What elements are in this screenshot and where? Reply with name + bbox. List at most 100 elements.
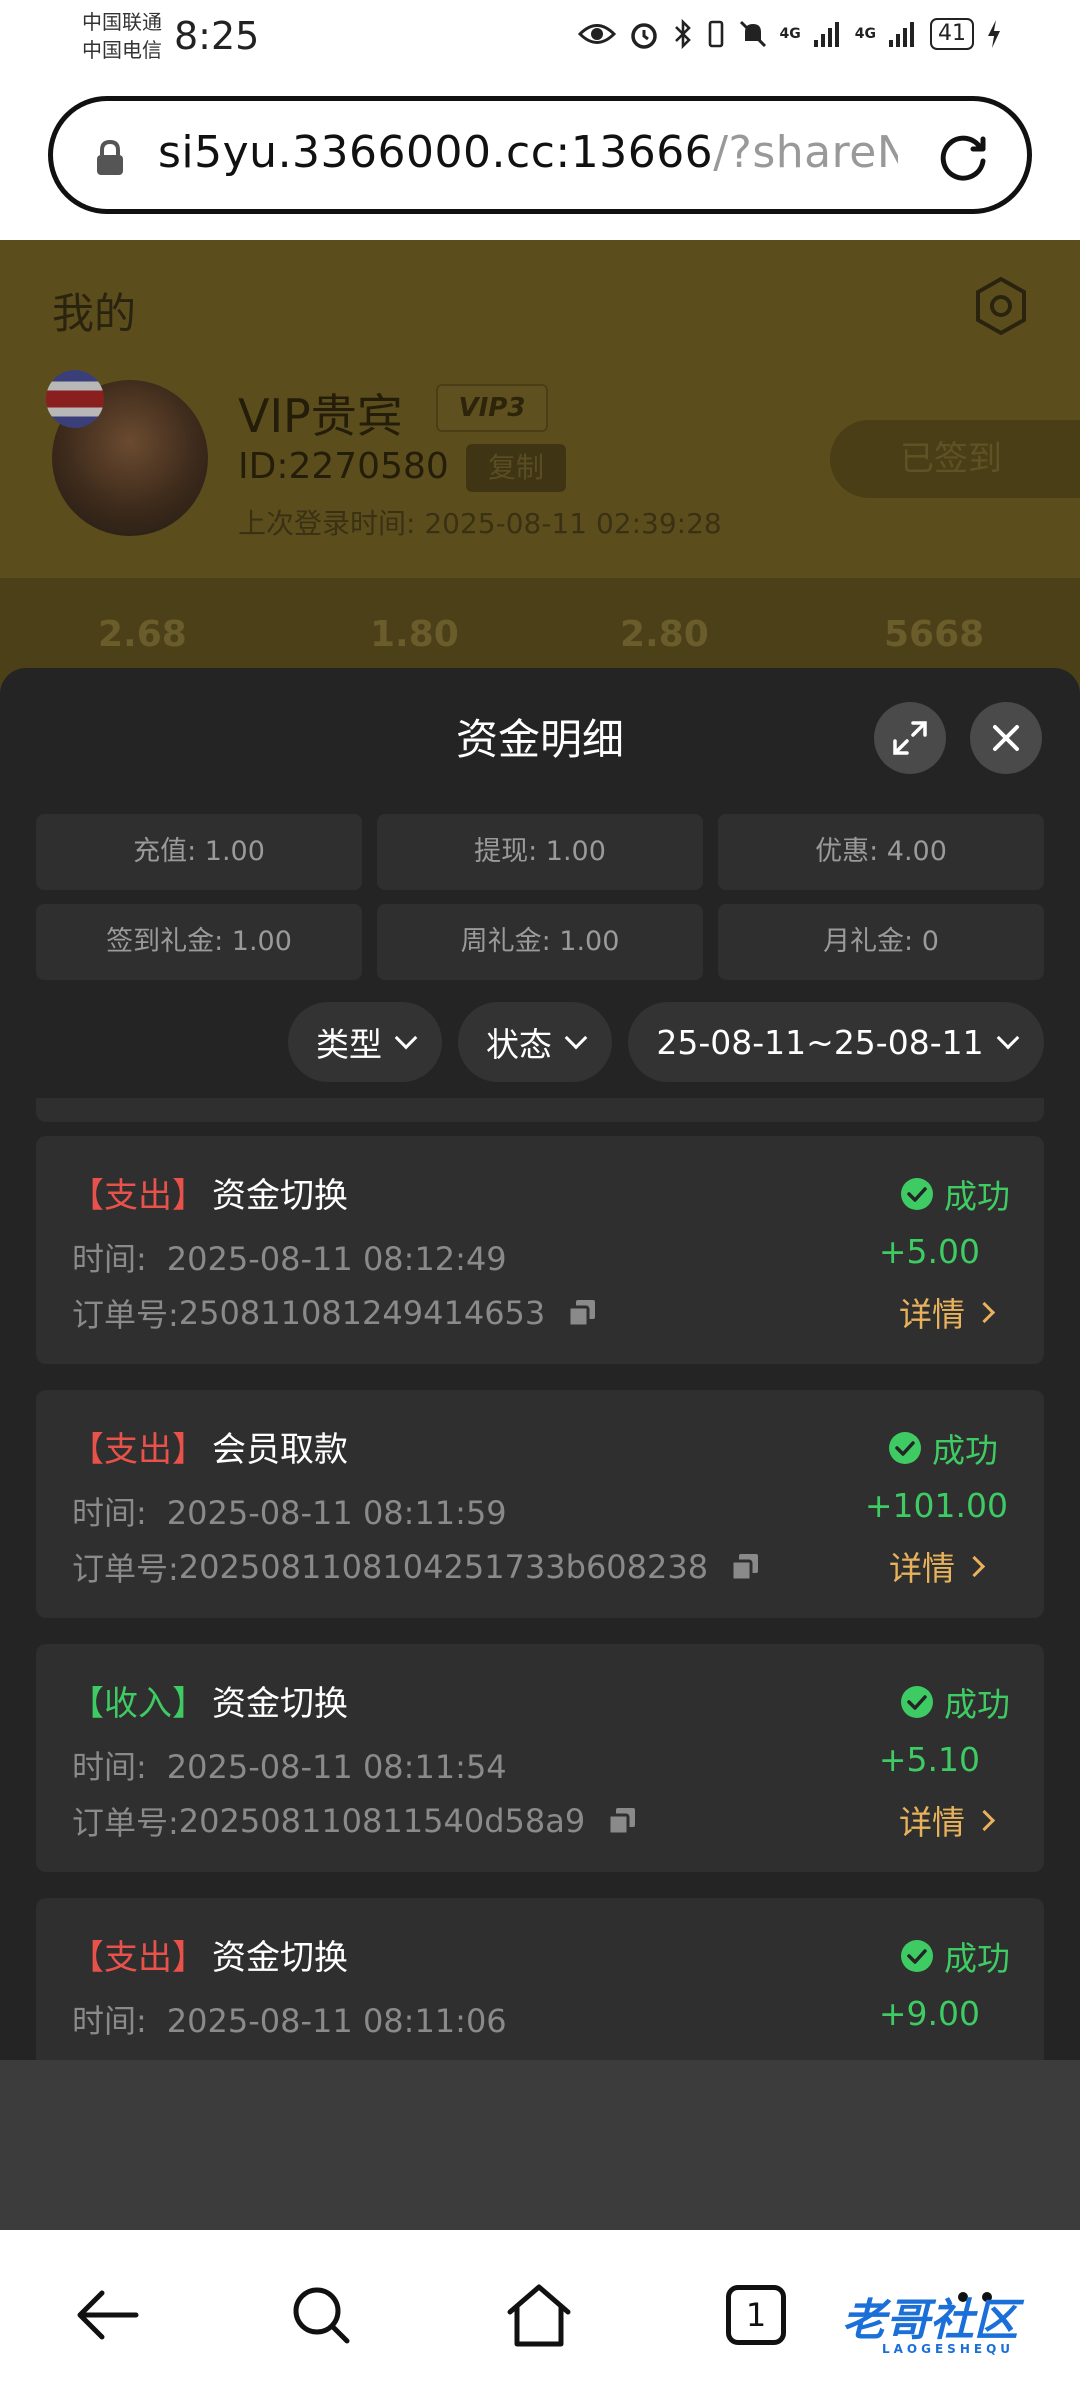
status-text: 成功 [944,1939,1010,1978]
charging-icon [988,20,1000,48]
record-time: 时间: 2025-08-11 08:11:06 [72,1996,507,2042]
record-list[interactable]: 【支出】 资金切换 时间: 2025-08-11 08:12:49 订单号: 2508… [36,1098,1044,2060]
stat-value: 5668 [884,614,985,655]
network-4g-label-1: 4G [779,26,801,42]
signed-in-button[interactable]: 已签到 [830,420,1080,498]
record-header: 【支出】 会员取款 [70,1422,348,1471]
status-badge: 成功 [900,1678,1010,1726]
carrier-2: 中国电信 [82,38,162,62]
lock-icon [97,139,123,175]
summary-weekly-gift: 周礼金: 1.00 [377,904,703,980]
list-item[interactable]: 【支出】 会员取款 时间: 2025-08-11 08:11:59 订单号: 2025… [36,1390,1044,1618]
home-icon [507,2284,571,2347]
url-text[interactable]: si5yu.3366000.cc:13666/?shareNa [158,127,898,178]
back-arrow-icon [77,2290,139,2340]
order-value: 2025081108104251733b608238 [178,1548,709,1586]
country-flag-icon [46,370,104,428]
status-badge: 成功 [888,1424,998,1472]
last-login-time: 上次登录时间: 2025-08-11 02:39:28 [238,507,722,540]
close-button[interactable] [970,702,1042,774]
bluetooth-icon [674,18,691,50]
summary-withdraw: 提现: 1.00 [377,814,703,890]
eye-icon [577,24,616,44]
back-button[interactable] [62,2270,152,2360]
record-amount: +5.10 [878,1740,980,1779]
browser-bottom-nav: 1 老哥社区 LAOGESHEQU [0,2230,1080,2400]
record-type: 资金切换 [212,1684,348,1724]
vibrate-icon [708,20,723,48]
check-circle-icon [901,1178,933,1210]
url-host: si5yu.3366000.cc:13666 [158,127,714,178]
time-value: 2025-08-11 08:11:59 [166,1494,507,1532]
tab-count: 1 [726,2285,786,2345]
time-label: 时间: [72,1240,147,1278]
copy-icon[interactable] [607,1806,637,1836]
user-name: VIP贵宾 [238,389,403,443]
type-filter[interactable]: 类型 [288,1002,442,1082]
record-type: 资金切换 [212,1176,348,1216]
status-bar: 中国联通 中国电信 8:25 4G 4G 41 [0,0,1080,80]
order-label: 订单号: [72,1296,179,1334]
detail-link[interactable]: 详情 [899,1288,996,1336]
status-icons: 4G 4G 41 [577,18,1002,50]
record-order: 订单号: 2025081108104251733b608238 [72,1544,760,1590]
vip-badge: VIP3 [436,384,548,432]
expand-button[interactable] [874,702,946,774]
carrier-1: 中国联通 [82,10,162,34]
signal-icon-2 [889,22,914,47]
check-circle-icon [889,1432,921,1464]
address-bar[interactable]: si5yu.3366000.cc:13666/?shareNa [48,96,1032,214]
mute-icon [739,20,766,48]
url-path: /?shareNa [713,127,898,178]
detail-label: 详情 [899,1295,965,1334]
tabs-button[interactable]: 1 [711,2270,801,2360]
record-type: 资金切换 [212,1938,348,1978]
record-order: 订单号: 202508110811540d58a9 [72,1798,637,1844]
copy-icon[interactable] [567,1298,597,1328]
stat-value: 2.68 [98,614,187,655]
settings-icon[interactable] [970,275,1032,337]
network-4g-label-2: 4G [854,26,876,42]
chevron-down-icon [394,1026,418,1050]
check-circle-icon [901,1940,933,1972]
status-text: 成功 [944,1685,1010,1724]
status-filter[interactable]: 状态 [458,1002,612,1082]
status-text: 成功 [932,1431,998,1470]
status-filter-label: 状态 [486,1025,552,1064]
check-circle-icon [901,1686,933,1718]
copy-icon[interactable] [730,1552,760,1582]
list-item[interactable]: 【支出】 资金切换 时间: 2025-08-11 08:11:06 成功 +9.00 [36,1898,1044,2060]
time-value: 2025-08-11 08:12:49 [166,1240,507,1278]
search-button[interactable] [276,2270,366,2360]
search-icon [293,2287,350,2344]
empty-area [0,2060,1080,2230]
detail-label: 详情 [899,1803,965,1842]
type-filter-label: 类型 [316,1025,382,1064]
copy-id-button[interactable]: 复制 [466,444,566,492]
watermark-logo: 老哥社区 LAOGESHEQU [842,2284,1018,2356]
date-range-filter[interactable]: 25-08-11~25-08-11 [628,1002,1044,1082]
time-label: 时间: [72,2002,147,2040]
record-amount: +9.00 [878,1994,980,2033]
stat-value: 1.80 [370,614,459,655]
carrier-info: 中国联通 中国电信 [82,8,162,64]
list-item[interactable]: 【支出】 资金切换 时间: 2025-08-11 08:12:49 订单号: 2508… [36,1136,1044,1364]
detail-link[interactable]: 详情 [899,1796,996,1844]
detail-link[interactable]: 详情 [889,1542,986,1590]
list-item-partial [36,1098,1044,1122]
date-range-label: 25-08-11~25-08-11 [656,1022,984,1062]
record-time: 时间: 2025-08-11 08:12:49 [72,1234,507,1280]
record-tag: 【收入】 [70,1684,206,1724]
reload-icon[interactable] [933,127,993,187]
summary-recharge: 充值: 1.00 [36,814,362,890]
list-item[interactable]: 【收入】 资金切换 时间: 2025-08-11 08:11:54 订单号: 2025… [36,1644,1044,1872]
order-value: 202508110811540d58a9 [178,1802,586,1840]
time-label: 时间: [72,1748,147,1786]
chevron-down-icon [996,1026,1019,1050]
page-title: 我的 [52,289,137,338]
home-button[interactable] [494,2270,584,2360]
close-icon [993,725,1019,751]
record-tag: 【支出】 [70,1938,206,1978]
order-label: 订单号: [72,1550,179,1588]
record-time: 时间: 2025-08-11 08:11:59 [72,1488,507,1534]
